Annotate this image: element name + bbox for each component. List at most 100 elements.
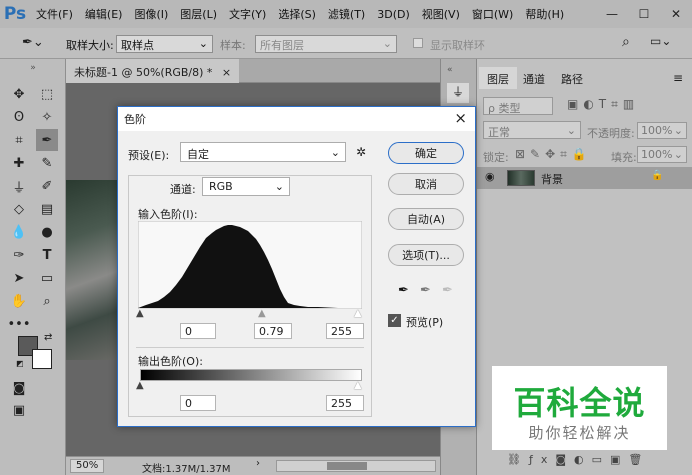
dodge-tool-icon[interactable]: ● [36, 221, 58, 243]
lock-icons[interactable]: ⊠✎✥⌗🔒 [515, 147, 592, 162]
hand-tool-icon[interactable]: ✋ [8, 290, 30, 312]
more-tools-icon[interactable]: ••• [8, 313, 31, 335]
menu-filter[interactable]: 滤镜(T) [322, 6, 371, 22]
status-menu-icon[interactable]: › [256, 458, 260, 469]
eyedropper-tool-icon[interactable]: ✒⌄ [22, 35, 44, 50]
type-tool-icon[interactable]: T [36, 244, 58, 266]
marquee-tool-icon[interactable]: ⬚ [36, 83, 58, 105]
auto-button[interactable]: 自动(A) [388, 208, 464, 230]
canvas-image[interactable] [66, 180, 120, 360]
ok-button[interactable]: 确定 [388, 142, 464, 164]
healing-tool-icon[interactable]: ✚ [8, 152, 30, 174]
eyedropper-tool-icon[interactable]: ✒ [36, 129, 58, 151]
menu-select[interactable]: 选择(S) [272, 6, 322, 22]
input-levels-label: 输入色阶(I): [138, 208, 198, 221]
input-white-field[interactable]: 255 [326, 323, 364, 339]
menu-help[interactable]: 帮助(H) [519, 6, 570, 22]
panel-menu-icon[interactable]: ≡ [673, 71, 683, 85]
collapse-icon[interactable]: » [0, 63, 66, 73]
tab-layers[interactable]: 图层 [479, 67, 517, 89]
preset-gear-icon[interactable]: ✲ [356, 145, 366, 159]
document-close-icon[interactable]: × [222, 66, 231, 79]
move-tool-icon[interactable]: ✥ [8, 83, 30, 105]
input-gamma-field[interactable]: 0.79 [254, 323, 292, 339]
preset-select[interactable]: 自定 ⌄ [180, 142, 346, 162]
sample-select[interactable]: 所有图层 ⌄ [255, 35, 397, 53]
output-white-slider[interactable]: ▲ [354, 380, 362, 391]
gradient-tool-icon[interactable]: ▤ [36, 198, 58, 220]
path-selection-tool-icon[interactable]: ➤ [8, 267, 30, 289]
horizontal-scrollbar[interactable] [276, 460, 436, 472]
menu-image[interactable]: 图像(I) [128, 6, 174, 22]
show-ring-checkbox[interactable] [413, 38, 423, 48]
maximize-icon[interactable]: ☐ [628, 0, 660, 28]
zoom-tool-icon[interactable]: ⌕ [36, 290, 58, 312]
workspace-icon[interactable]: ▭⌄ [650, 34, 671, 48]
fill-label: 填充: [611, 151, 637, 164]
sample-size-select[interactable]: 取样点 ⌄ [116, 35, 213, 53]
brush-tool-icon[interactable]: ✎ [36, 152, 58, 174]
scroll-thumb[interactable] [327, 462, 367, 470]
visibility-eye-icon[interactable]: ◉ [485, 170, 495, 183]
quick-mask-icon[interactable]: ◙ [8, 377, 30, 399]
menu-view[interactable]: 视图(V) [416, 6, 466, 22]
dialog-close-icon[interactable]: × [454, 109, 467, 127]
input-black-slider[interactable]: ▲ [136, 308, 144, 319]
histogram [138, 221, 362, 309]
opacity-field[interactable]: 100% ⌄ [637, 122, 687, 139]
menu-window[interactable]: 窗口(W) [466, 6, 519, 22]
menu-edit[interactable]: 编辑(E) [79, 6, 129, 22]
tab-channels[interactable]: 通道 [515, 67, 553, 89]
search-icon[interactable]: ⌕ [622, 34, 630, 50]
input-black-field[interactable]: 0 [180, 323, 216, 339]
menu-layer[interactable]: 图层(L) [174, 6, 223, 22]
input-gamma-slider[interactable]: ▲ [258, 308, 266, 319]
shape-tool-icon[interactable]: ▭ [36, 267, 58, 289]
menu-type[interactable]: 文字(Y) [223, 6, 272, 22]
input-white-slider[interactable]: ▲ [354, 308, 362, 319]
output-black-slider[interactable]: ▲ [136, 380, 144, 391]
blend-mode-select[interactable]: 正常 ⌄ [483, 121, 581, 139]
output-black-field[interactable]: 0 [180, 395, 216, 411]
eraser-tool-icon[interactable]: ◇ [8, 198, 30, 220]
watermark: 百科全说 助你轻松解决 [492, 366, 667, 450]
zoom-field[interactable]: 50% [70, 459, 104, 473]
options-button[interactable]: 选项(T)... [388, 244, 464, 266]
layer-actions-icons[interactable]: ⛓ƒx◙◐▭▣🗑 [507, 453, 650, 466]
output-gradient-bar [140, 369, 362, 381]
document-tab[interactable]: 未标题-1 @ 50%(RGB/8) * × [66, 59, 240, 83]
blur-tool-icon[interactable]: 💧 [8, 221, 30, 243]
photoshop-logo: Ps [3, 4, 27, 24]
close-icon[interactable]: ✕ [660, 0, 692, 28]
cancel-button[interactable]: 取消 [388, 173, 464, 195]
black-eyedropper-icon[interactable]: ✒ [398, 283, 409, 298]
menu-3d[interactable]: 3D(D) [371, 8, 416, 21]
channel-label: 通道: [170, 183, 196, 196]
gray-eyedropper-icon[interactable]: ✒ [420, 283, 431, 298]
pen-tool-icon[interactable]: ✑ [8, 244, 30, 266]
preview-checkbox[interactable]: ✓ [388, 314, 401, 327]
background-color-swatch[interactable] [32, 349, 52, 369]
fill-field[interactable]: 100% ⌄ [637, 146, 687, 163]
lasso-tool-icon[interactable]: ʘ [8, 106, 30, 128]
swap-colors-icon[interactable]: ⇄ [44, 332, 52, 343]
magic-wand-tool-icon[interactable]: ✧ [36, 106, 58, 128]
channel-select[interactable]: RGB ⌄ [202, 177, 290, 196]
filter-icons[interactable]: ▣◐T⌗▥ [567, 97, 639, 112]
minimize-icon[interactable]: — [596, 0, 628, 28]
output-white-field[interactable]: 255 [326, 395, 364, 411]
stamp-tool-icon[interactable]: ⏚ [8, 175, 30, 197]
layer-filter-select[interactable]: ρ 类型 [483, 97, 553, 115]
layer-row-background[interactable]: ◉ 背景 🔒 [477, 167, 692, 189]
status-bar: 50% 文档:1.37M/1.37M › [66, 456, 440, 475]
menu-file[interactable]: 文件(F) [30, 6, 79, 22]
history-brush-tool-icon[interactable]: ✐ [36, 175, 58, 197]
history-panel-icon[interactable]: ⏚ [447, 83, 469, 103]
screen-mode-icon[interactable]: ▣ [8, 399, 30, 421]
expand-icon[interactable]: « [447, 65, 453, 75]
default-colors-icon[interactable]: ◩ [16, 359, 24, 368]
crop-tool-icon[interactable]: ⌗ [8, 129, 30, 151]
tab-paths[interactable]: 路径 [553, 67, 591, 89]
white-eyedropper-icon[interactable]: ✒ [442, 283, 453, 298]
document-tab-bar: 未标题-1 @ 50%(RGB/8) * × [66, 59, 440, 83]
